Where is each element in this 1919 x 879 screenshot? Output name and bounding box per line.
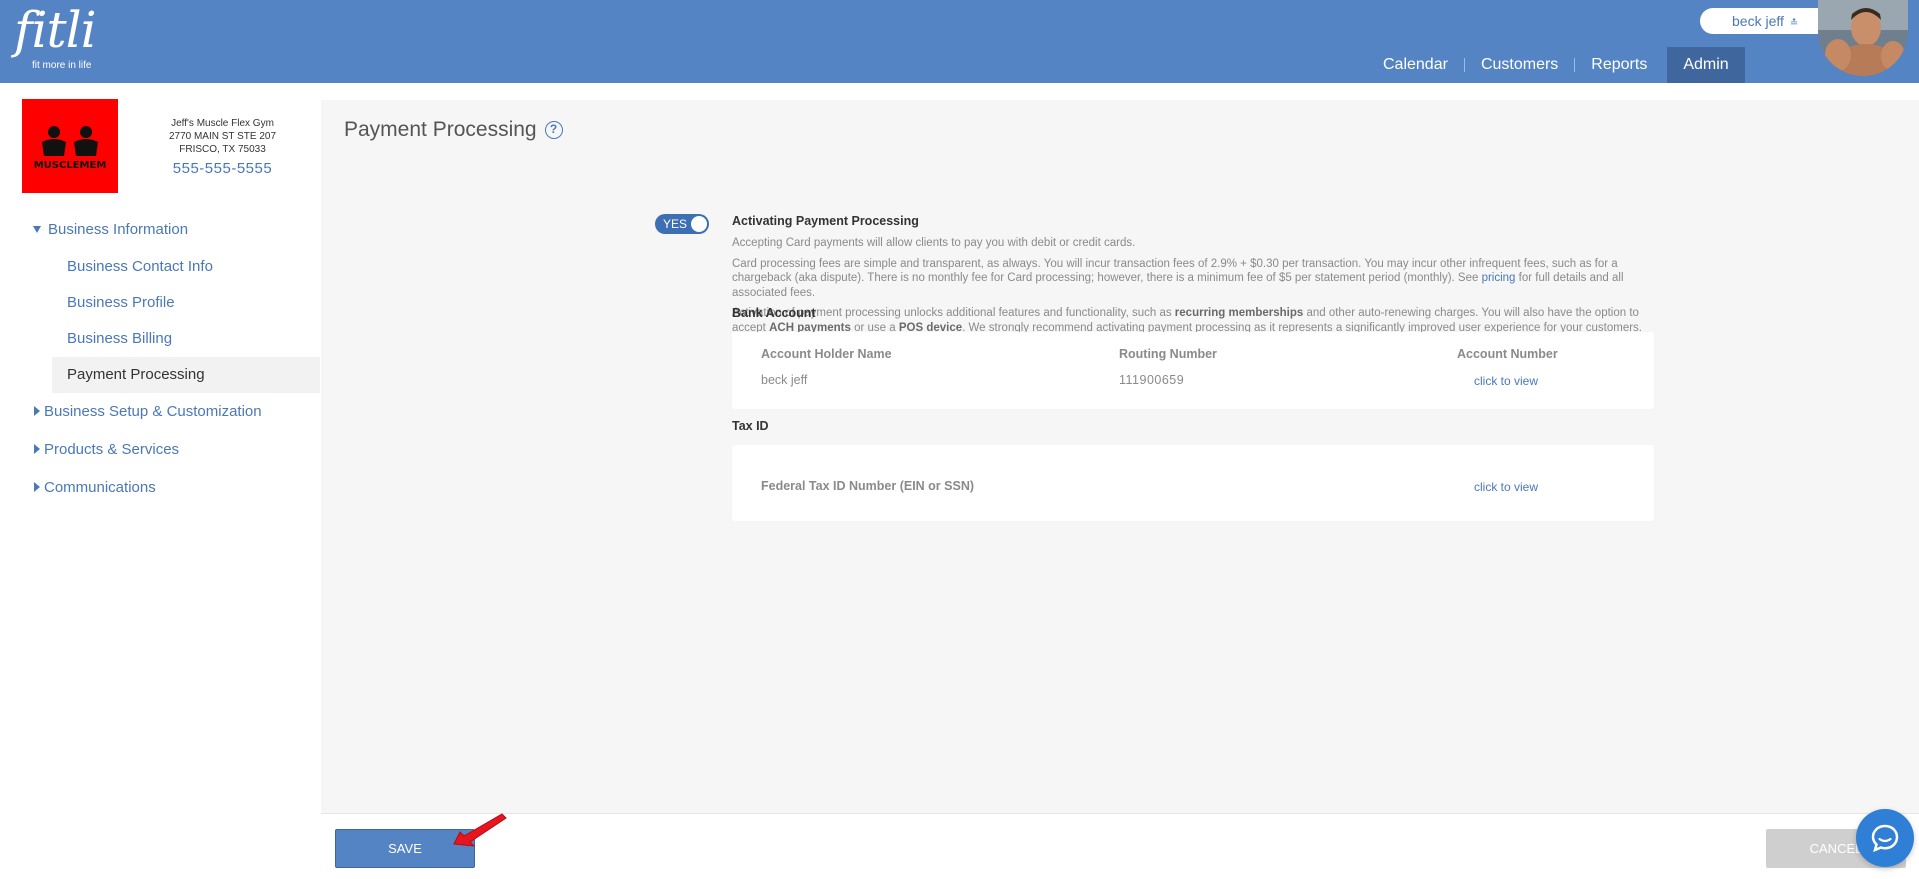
col-account-number: Account Number bbox=[1457, 347, 1558, 361]
fitli-logo[interactable]: fitli fit more in life bbox=[14, 1, 97, 71]
caret-right-icon bbox=[34, 406, 40, 416]
toggle-label: YES bbox=[663, 217, 688, 231]
nav-customers[interactable]: Customers bbox=[1465, 47, 1574, 83]
annotation-arrow-icon bbox=[450, 812, 510, 853]
sidebar-group-business-information[interactable]: Business Information bbox=[0, 211, 320, 249]
business-address-line2: FRISCO, TX 75033 bbox=[179, 144, 266, 155]
business-address-line1: 2770 MAIN ST STE 207 bbox=[168, 131, 277, 142]
sidebar-item-business-billing[interactable]: Business Billing bbox=[0, 321, 320, 357]
chevron-down-icon: ≛ bbox=[1789, 18, 1799, 29]
col-account-holder-name: Account Holder Name bbox=[761, 347, 892, 361]
tax-id-title: Tax ID bbox=[732, 419, 769, 433]
bank-account-title: Bank Account bbox=[732, 306, 816, 320]
footer-bar: SAVE CANCEL bbox=[321, 813, 1919, 879]
col-routing-number: Routing Number bbox=[1119, 347, 1217, 361]
sidebar-item-payment-processing[interactable]: Payment Processing bbox=[52, 357, 320, 393]
sidebar: MUSCLEMEM Jeff's Muscle Flex Gym 2770 MA… bbox=[0, 83, 320, 879]
bank-account-card: Account Holder Name Routing Number Accou… bbox=[732, 332, 1654, 409]
caret-right-icon bbox=[34, 444, 40, 454]
sidebar-group-business-setup[interactable]: Business Setup & Customization bbox=[0, 393, 320, 431]
activation-info: Activating Payment Processing Accepting … bbox=[732, 214, 1652, 335]
page-title: Payment Processing ? bbox=[344, 118, 563, 142]
business-logo-text: MUSCLEMEM bbox=[34, 160, 107, 171]
fees-paragraph: Card processing fees are simple and tran… bbox=[732, 257, 1624, 299]
chat-support-icon[interactable] bbox=[1856, 809, 1914, 867]
business-name: Jeff's Muscle Flex Gym bbox=[171, 118, 274, 129]
account-holder-value: beck jeff bbox=[761, 373, 808, 387]
business-phone[interactable]: 555-555-5555 bbox=[150, 160, 295, 177]
main-content: Payment Processing ? YES Activating Paym… bbox=[321, 100, 1919, 813]
sidebar-group-products-services[interactable]: Products & Services bbox=[0, 431, 320, 469]
account-number-view-link[interactable]: click to view bbox=[1474, 374, 1538, 388]
sidebar-item-business-profile[interactable]: Business Profile bbox=[0, 285, 320, 321]
user-name: beck jeff bbox=[1732, 13, 1784, 29]
logo-wordmark: fitli bbox=[14, 1, 97, 59]
activation-benefits-paragraph: Activation of payment processing unlocks… bbox=[732, 307, 1643, 334]
business-logo: MUSCLEMEM bbox=[22, 99, 118, 193]
nav-reports[interactable]: Reports bbox=[1575, 47, 1663, 83]
sidebar-item-business-contact-info[interactable]: Business Contact Info bbox=[0, 249, 320, 285]
nav-calendar[interactable]: Calendar bbox=[1367, 47, 1464, 83]
caret-right-icon bbox=[34, 482, 40, 492]
activating-title: Activating Payment Processing bbox=[732, 214, 919, 228]
payment-processing-toggle[interactable]: YES bbox=[655, 214, 709, 234]
tax-id-view-link[interactable]: click to view bbox=[1474, 480, 1538, 494]
business-info: Jeff's Muscle Flex Gym 2770 MAIN ST STE … bbox=[150, 117, 295, 177]
user-menu[interactable]: beck jeff ≛ bbox=[1700, 8, 1830, 34]
avatar[interactable] bbox=[1818, 0, 1908, 76]
side-menu: Business Information Business Contact In… bbox=[0, 211, 320, 507]
federal-tax-id-label: Federal Tax ID Number (EIN or SSN) bbox=[761, 479, 975, 493]
card-payments-paragraph: Accepting Card payments will allow clien… bbox=[732, 237, 1136, 249]
main-nav: Calendar Customers Reports Admin bbox=[1367, 47, 1745, 83]
caret-down-icon bbox=[33, 226, 41, 233]
top-header: fitli fit more in life beck jeff ≛ Calend… bbox=[0, 0, 1919, 83]
sidebar-group-communications[interactable]: Communications bbox=[0, 469, 320, 507]
help-icon[interactable]: ? bbox=[544, 121, 563, 139]
routing-number-value: 111900659 bbox=[1119, 373, 1185, 387]
tax-id-card: Federal Tax ID Number (EIN or SSN) click… bbox=[732, 445, 1654, 521]
logo-tagline: fit more in life bbox=[32, 60, 92, 71]
toggle-knob bbox=[691, 216, 707, 232]
pricing-link[interactable]: pricing bbox=[1482, 272, 1516, 284]
nav-admin[interactable]: Admin bbox=[1667, 47, 1745, 83]
